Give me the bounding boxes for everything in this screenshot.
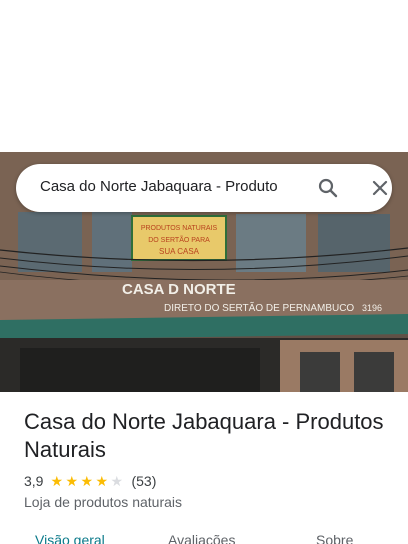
star-rating: ★ ★ ★ ★ ★ — [50, 474, 125, 488]
place-title: Casa do Norte Jabaquara - Produtos Natur… — [24, 409, 384, 462]
tab-reviews[interactable]: Avaliações — [168, 532, 235, 544]
star-icon: ★ — [80, 473, 94, 489]
star-icon: ★ — [50, 473, 64, 489]
rating-row[interactable]: 3,9 ★ ★ ★ ★ ★ (53) — [24, 472, 156, 490]
street-number: 3196 — [362, 303, 382, 313]
place-category: Loja de produtos naturais — [24, 494, 182, 510]
banner-text-2: DO SERTÃO PARA — [148, 235, 210, 244]
close-icon[interactable] — [368, 176, 392, 200]
store-sign-subtitle: DIRETO DO SERTÃO DE PERNAMBUCO — [164, 301, 354, 314]
search-bar[interactable]: Casa do Norte Jabaquara - Produto — [16, 164, 392, 212]
place-tabs: Visão geral Avaliações Sobre — [0, 528, 408, 544]
banner-text-1: PRODUTOS NATURAIS — [141, 225, 218, 232]
tab-about[interactable]: Sobre — [316, 532, 353, 544]
review-count[interactable]: (53) — [131, 473, 156, 489]
star-empty-icon: ★ — [110, 473, 124, 489]
search-input[interactable]: Casa do Norte Jabaquara - Produto — [40, 178, 294, 198]
tab-overview[interactable]: Visão geral — [35, 532, 105, 544]
rating-value: 3,9 — [24, 473, 44, 489]
banner-text-3: SUA CASA — [159, 247, 200, 256]
map-placeholder-area — [0, 0, 408, 152]
star-icon: ★ — [65, 473, 79, 489]
search-icon[interactable] — [316, 176, 340, 200]
star-icon: ★ — [95, 473, 109, 489]
store-sign-text: CASA D NORTE — [122, 281, 236, 298]
